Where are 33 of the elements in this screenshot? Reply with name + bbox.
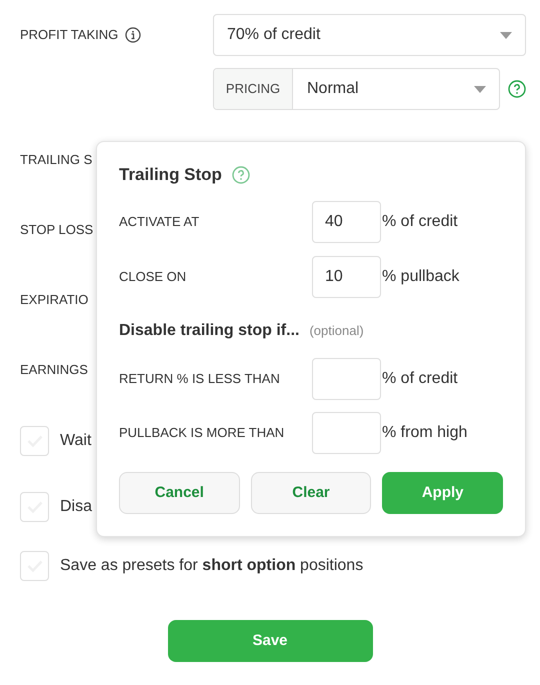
unit-label: % of credit [382,212,458,232]
caret-icon [500,32,512,38]
optional-note: (optional) [309,322,364,340]
number-field[interactable]: 10 [312,256,381,298]
checkbox[interactable] [20,426,49,456]
help-icon[interactable] [232,166,250,184]
field-label: PULLBACK IS MORE THAN [119,424,286,442]
unit-label: % of credit [382,369,458,389]
secondary-button[interactable]: Clear [250,472,372,514]
checkbox-label: Disa [60,497,92,517]
popover-title: Trailing Stop [119,164,222,186]
info-icon[interactable] [125,26,142,43]
help-icon[interactable] [508,80,526,98]
field-label: CLOSE ON [119,268,188,286]
field-label: STOP LOSS [20,221,94,240]
checkbox-label: Save as presets for short option positions [60,556,364,576]
field-label: ACTIVATE AT [119,213,200,232]
number-field[interactable] [312,358,381,400]
profit-taking-select[interactable]: 70% of credit [213,14,526,56]
section-heading: Disable trailing stop if... [119,321,300,341]
field-label: EARNINGS [20,361,88,380]
field-label: TRAILING S [20,151,92,170]
field-label: EXPIRATIO [20,291,88,310]
checkbox[interactable] [20,551,49,581]
unit-label: % pullback [382,267,460,287]
checkbox-label: Wait [60,431,92,451]
field-label: RETURN % IS LESS THAN [119,370,281,388]
number-field[interactable] [312,412,381,454]
unit-label: % from high [382,423,468,443]
checkbox[interactable] [20,492,49,522]
number-field[interactable]: 40 [312,201,381,243]
field-label: PROFIT TAKING [20,26,118,44]
secondary-button[interactable]: Cancel [119,472,240,514]
